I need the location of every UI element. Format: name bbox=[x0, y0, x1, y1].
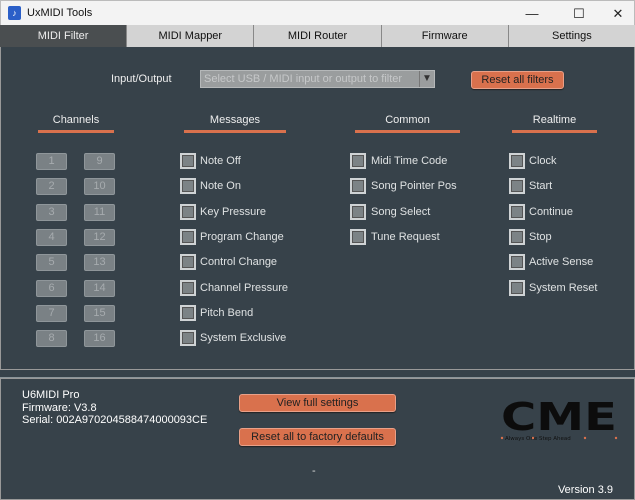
svg-text:Always One Step Ahead: Always One Step Ahead bbox=[505, 436, 571, 442]
realtime-underline bbox=[512, 130, 597, 133]
system-reset-label: System Reset bbox=[529, 281, 598, 294]
note-off-label: Note Off bbox=[200, 155, 241, 167]
channel-13-button[interactable]: 13 bbox=[84, 254, 115, 272]
messages-underline bbox=[184, 130, 286, 133]
status-indicator: - bbox=[312, 465, 316, 477]
device-info: U6MIDI Pro Firmware: V3.8 Serial: 002A97… bbox=[22, 389, 207, 427]
song-pointer-pos-label: Song Pointer Pos bbox=[371, 180, 457, 193]
channels-header: Channels bbox=[52, 114, 100, 126]
note-on-checkbox[interactable] bbox=[180, 178, 196, 195]
song-select-label: Song Select bbox=[371, 205, 431, 218]
serial-number: Serial: 002A970204588474000093CE bbox=[22, 414, 208, 426]
channel-7-button[interactable]: 7 bbox=[36, 304, 67, 322]
continue-checkbox[interactable] bbox=[509, 203, 525, 220]
window-title: UxMIDI Tools bbox=[27, 7, 93, 19]
channel-12-button[interactable]: 12 bbox=[84, 228, 115, 246]
version-label: Version 3.9 bbox=[557, 484, 613, 496]
clock-checkbox[interactable] bbox=[509, 153, 525, 169]
control-change-checkbox[interactable] bbox=[180, 254, 196, 271]
channel-pressure-checkbox[interactable] bbox=[180, 279, 196, 296]
control-change-label: Control Change bbox=[200, 256, 278, 269]
tab-midi-router[interactable]: MIDI Router bbox=[253, 25, 381, 47]
svg-text:CME: CME bbox=[501, 398, 617, 439]
channel-pressure-label: Channel Pressure bbox=[200, 281, 289, 294]
start-label: Start bbox=[529, 180, 553, 193]
factory-reset-button[interactable]: Reset all to factory defaults bbox=[239, 428, 396, 446]
title-bar: ♪ UxMIDI Tools — ☐ ✕ bbox=[0, 0, 635, 25]
io-placeholder: Select USB / MIDI input or output to fil… bbox=[204, 73, 403, 85]
channel-14-button[interactable]: 14 bbox=[84, 279, 115, 297]
dropdown-arrow-icon[interactable]: ▼ bbox=[419, 71, 434, 87]
channels-underline bbox=[38, 130, 114, 133]
channel-2-button[interactable]: 2 bbox=[36, 178, 67, 196]
channel-5-button[interactable]: 5 bbox=[36, 254, 67, 272]
device-name: U6MIDI Pro bbox=[22, 389, 80, 401]
channel-4-button[interactable]: 4 bbox=[36, 228, 67, 246]
stop-label: Stop bbox=[529, 230, 552, 243]
pitch-bend-checkbox[interactable] bbox=[180, 304, 196, 321]
tab-settings[interactable]: Settings bbox=[507, 25, 635, 47]
stop-checkbox[interactable] bbox=[509, 228, 525, 245]
io-select[interactable]: Select USB / MIDI input or output to fil… bbox=[200, 70, 435, 88]
tab-firmware[interactable]: Firmware bbox=[380, 25, 508, 47]
reset-filters-button[interactable]: Reset all filters bbox=[471, 71, 564, 89]
start-checkbox[interactable] bbox=[509, 178, 525, 195]
tune-request-label: Tune Request bbox=[371, 230, 440, 243]
io-label: Input/Output bbox=[111, 73, 172, 85]
tab-midi-filter[interactable]: MIDI Filter bbox=[0, 25, 127, 47]
channel-1-button[interactable]: 1 bbox=[36, 153, 67, 170]
maximize-button[interactable]: ☐ bbox=[559, 3, 599, 25]
program-change-checkbox[interactable] bbox=[180, 228, 196, 245]
system-exclusive-checkbox[interactable] bbox=[180, 330, 196, 347]
channel-3-button[interactable]: 3 bbox=[36, 203, 67, 221]
clock-label: Clock bbox=[529, 155, 557, 167]
midi-time-code-checkbox[interactable] bbox=[350, 153, 366, 169]
system-exclusive-label: System Exclusive bbox=[200, 332, 287, 345]
channel-8-button[interactable]: 8 bbox=[36, 330, 67, 348]
channel-15-button[interactable]: 15 bbox=[84, 304, 115, 322]
minimize-button[interactable]: — bbox=[512, 3, 552, 25]
view-full-settings-button[interactable]: View full settings bbox=[239, 394, 396, 412]
system-reset-checkbox[interactable] bbox=[509, 279, 525, 296]
tune-request-checkbox[interactable] bbox=[350, 228, 366, 245]
active-sense-label: Active Sense bbox=[529, 256, 594, 269]
cme-logo: CME Always One Step Ahead bbox=[499, 395, 619, 443]
channel-16-button[interactable]: 16 bbox=[84, 330, 115, 348]
midi-time-code-label: Midi Time Code bbox=[371, 155, 448, 167]
note-off-checkbox[interactable] bbox=[180, 153, 196, 169]
channel-9-button[interactable]: 9 bbox=[84, 153, 115, 170]
song-pointer-pos-checkbox[interactable] bbox=[350, 178, 366, 195]
pitch-bend-label: Pitch Bend bbox=[200, 306, 254, 319]
realtime-header: Realtime bbox=[532, 114, 577, 126]
common-header: Common bbox=[385, 114, 430, 126]
key-pressure-checkbox[interactable] bbox=[180, 203, 196, 220]
divider bbox=[0, 370, 635, 378]
program-change-label: Program Change bbox=[200, 230, 284, 243]
common-underline bbox=[355, 130, 460, 133]
tab-midi-mapper[interactable]: MIDI Mapper bbox=[126, 25, 254, 47]
close-button[interactable]: ✕ bbox=[598, 3, 635, 25]
active-sense-checkbox[interactable] bbox=[509, 254, 525, 271]
firmware-version: Firmware: V3.8 bbox=[22, 401, 97, 414]
channel-10-button[interactable]: 10 bbox=[84, 178, 115, 196]
continue-label: Continue bbox=[529, 205, 574, 218]
app-icon: ♪ bbox=[8, 6, 21, 20]
messages-header: Messages bbox=[209, 114, 261, 126]
channel-6-button[interactable]: 6 bbox=[36, 279, 67, 297]
channel-11-button[interactable]: 11 bbox=[84, 203, 115, 221]
song-select-checkbox[interactable] bbox=[350, 203, 366, 220]
tab-bar: MIDI Filter MIDI Mapper MIDI Router Firm… bbox=[0, 25, 635, 47]
key-pressure-label: Key Pressure bbox=[200, 205, 267, 218]
note-on-label: Note On bbox=[200, 180, 241, 193]
